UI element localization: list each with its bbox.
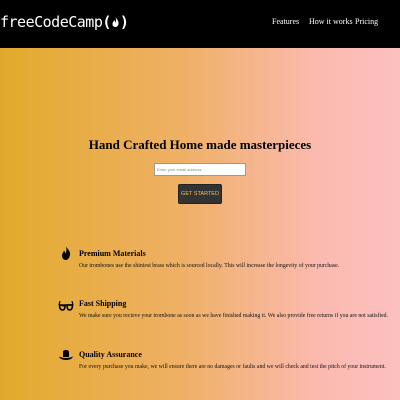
get-started-button[interactable]: GET STARTED	[178, 184, 222, 204]
feature-description: For every purchase you make, we will ens…	[79, 364, 386, 370]
nav-link-features[interactable]: Features	[272, 17, 299, 26]
nav-link-how-it-works[interactable]: How it works	[309, 17, 353, 26]
logo-flame-icon: ()	[102, 13, 129, 31]
feature-title: Fast Shipping	[79, 299, 127, 308]
hero-title: Hand Crafted Home made masterpieces	[88, 137, 312, 152]
glasses-icon	[58, 298, 74, 314]
email-input[interactable]	[154, 163, 246, 176]
feature-title: Quality Assurance	[79, 350, 142, 359]
navbar: freeCodeCamp() Features How it works Pri…	[0, 0, 400, 48]
logo-text: freeCodeCamp	[0, 13, 103, 31]
fire-icon	[58, 245, 74, 261]
nav-link-pricing[interactable]: Pricing	[355, 17, 378, 26]
logo[interactable]: freeCodeCamp()	[0, 13, 129, 31]
feature-description: Our trombones use the shiniest brass whi…	[79, 263, 340, 269]
feature-title: Premium Materials	[79, 249, 146, 258]
feature-description: We make sure you recieve your trombone a…	[79, 313, 388, 319]
cowboy-hat-icon	[58, 347, 74, 363]
